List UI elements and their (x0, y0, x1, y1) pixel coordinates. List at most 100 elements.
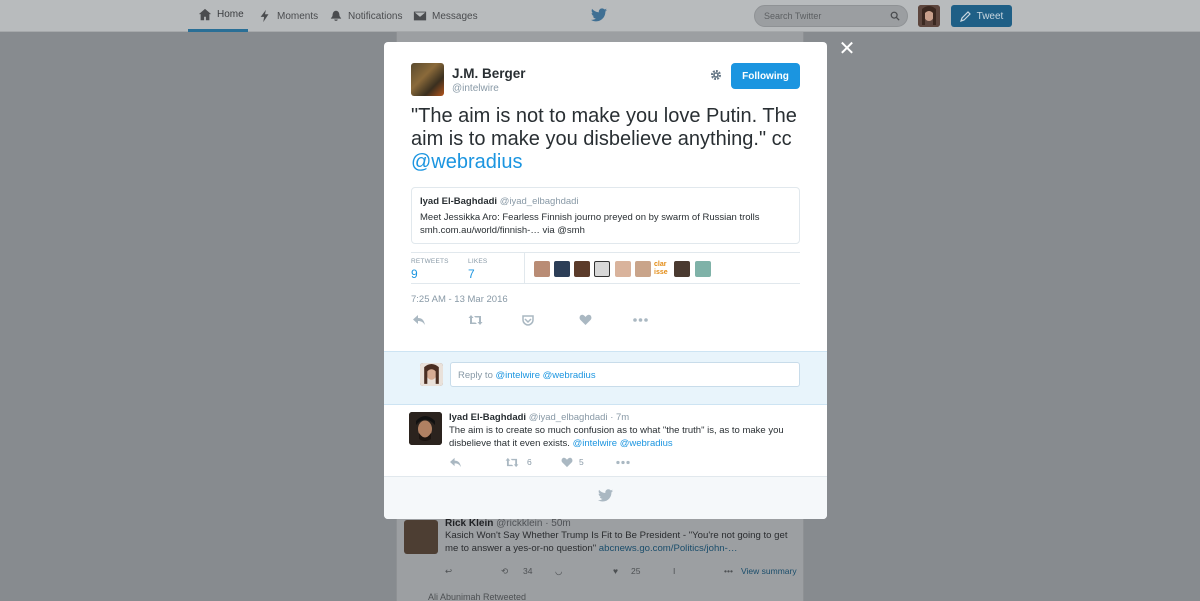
background-tweet-time[interactable]: · 50m (545, 518, 571, 529)
reply-mention-1: @intelwire (495, 370, 541, 381)
liker-avatar[interactable] (695, 261, 711, 277)
reply-tweet-text: The aim is to create so much confusion a… (449, 425, 789, 450)
search-placeholder: Search Twitter (764, 11, 822, 21)
reply-tweet-header: Iyad El-Baghdadi @iyad_elbaghdadi · 7m (449, 412, 629, 423)
retweet-icon[interactable] (468, 314, 483, 326)
nav-moments-label: Moments (277, 10, 319, 22)
liker-avatar[interactable] (534, 261, 550, 277)
tweet-timestamp[interactable]: 7:25 AM - 13 Mar 2016 (411, 294, 508, 305)
background-tweet-actions: ↩ ⟲ 34 ◡ ♥ 25 I ••• View summary (445, 566, 805, 580)
user-avatar-image (918, 5, 940, 27)
close-modal-button[interactable]: ✕ (838, 39, 856, 59)
tweet-detail-modal: J.M. Berger @intelwire Following "The ai… (384, 42, 827, 519)
nav-messages[interactable]: Messages (413, 0, 478, 32)
heart-icon[interactable]: ♥ (613, 566, 618, 576)
reply-tweet-mention-1[interactable]: @intelwire (573, 438, 618, 449)
save-icon[interactable] (522, 314, 534, 326)
more-icon[interactable] (616, 457, 630, 468)
reply-icon[interactable]: ↩ (445, 566, 452, 577)
heart-icon[interactable] (579, 314, 592, 326)
liker-avatar-text[interactable]: clar isse (654, 261, 670, 277)
reply-composer: Reply to @intelwire @webradius (384, 351, 827, 405)
likes-count: 7 (468, 267, 475, 281)
liker-avatar[interactable] (615, 261, 631, 277)
tweet-mention[interactable]: @webradius (411, 151, 522, 173)
reply-tweet-handle[interactable]: @iyad_elbaghdadi (529, 412, 608, 423)
liker-avatar[interactable] (674, 261, 690, 277)
twitter-bird-logo-icon[interactable] (591, 8, 607, 22)
reply-tweet-mention-2[interactable]: @webradius (620, 438, 673, 449)
nav-notifications[interactable]: Notifications (329, 0, 402, 32)
reply-user-avatar (420, 363, 443, 386)
stats-divider (524, 253, 525, 284)
retweets-count: 9 (411, 267, 418, 281)
compose-tweet-button[interactable]: Tweet (951, 5, 1012, 27)
nav-home[interactable]: Home (188, 0, 248, 32)
liker-avatar[interactable] (574, 261, 590, 277)
bell-icon (330, 10, 342, 21)
analytics-icon[interactable]: I (673, 566, 675, 576)
background-tweet-text: Kasich Won't Say Whether Trump Is Fit to… (445, 530, 800, 555)
nav-messages-label: Messages (432, 10, 478, 22)
retweets-label: RETWEETS (411, 258, 449, 265)
search-input[interactable]: Search Twitter (754, 5, 908, 27)
likes-stat[interactable]: LIKES 7 (468, 258, 487, 281)
following-button[interactable]: Following (731, 63, 800, 89)
view-summary-link[interactable]: View summary (741, 566, 797, 576)
heart-icon[interactable] (561, 457, 573, 468)
retweets-stat[interactable]: RETWEETS 9 (411, 258, 449, 281)
reply-icon[interactable] (449, 457, 462, 468)
user-avatar[interactable] (918, 5, 940, 27)
likes-label: LIKES (468, 258, 488, 265)
reply-tweet-actions: 6 5 (449, 456, 749, 470)
quoted-tweet-header: Iyad El-Baghdadi @iyad_elbaghdadi (420, 196, 579, 207)
more-icon[interactable] (633, 314, 648, 326)
background-tweet-link[interactable]: abcnews.go.com/Politics/john-… (599, 543, 738, 554)
liker-avatar[interactable] (554, 261, 570, 277)
author-name[interactable]: J.M. Berger (452, 66, 526, 81)
background-like-count: 25 (631, 566, 641, 576)
home-icon (198, 8, 212, 20)
reply-tweet-avatar[interactable] (409, 412, 442, 445)
gear-icon[interactable] (709, 68, 723, 82)
modal-footer (384, 477, 827, 519)
search-icon[interactable] (890, 11, 900, 21)
twitter-bird-icon (598, 489, 613, 502)
save-icon[interactable]: ◡ (555, 566, 562, 577)
retweet-icon[interactable] (505, 457, 519, 468)
quoted-tweet-line2: smh.com.au/world/finnish-… via @smh (420, 224, 585, 236)
reply-placeholder-prefix: Reply to (458, 370, 493, 381)
background-tweet-handle[interactable]: @rickklein (496, 518, 542, 529)
reply-tweet-time[interactable]: · 7m (610, 412, 629, 423)
nav-notifications-label: Notifications (348, 10, 403, 22)
tweet-text: "The aim is not to make you love Putin. … (411, 105, 806, 174)
background-tweet-header: Rick Klein @rickklein · 50m (445, 518, 571, 529)
quoted-tweet[interactable]: Iyad El-Baghdadi @iyad_elbaghdadi Meet J… (411, 187, 800, 244)
reply-tweet-avatar-image (409, 412, 442, 445)
quoted-tweet-name: Iyad El-Baghdadi (420, 196, 498, 207)
background-tweet-name[interactable]: Rick Klein (445, 518, 493, 529)
reply-input[interactable]: Reply to @intelwire @webradius (450, 362, 800, 387)
liker-avatar[interactable] (635, 261, 651, 277)
envelope-icon (413, 11, 427, 21)
nav-moments[interactable]: Moments (258, 0, 318, 32)
reply-tweet[interactable]: Iyad El-Baghdadi @iyad_elbaghdadi · 7m T… (384, 405, 827, 477)
retweet-icon[interactable]: ⟲ (501, 566, 508, 577)
quoted-tweet-handle: @iyad_elbaghdadi (499, 196, 579, 207)
reply-tweet-name[interactable]: Iyad El-Baghdadi (449, 412, 526, 423)
background-retweet-count: 34 (523, 566, 533, 576)
compose-tweet-label: Tweet (976, 10, 1004, 22)
next-tweet-retweeted-label: Ali Abunimah Retweeted (428, 592, 527, 601)
lightning-icon (260, 9, 269, 23)
background-tweet-avatar[interactable] (404, 520, 438, 554)
author-handle[interactable]: @intelwire (452, 83, 499, 94)
reply-icon[interactable] (412, 314, 426, 326)
liker-avatar[interactable] (594, 261, 610, 277)
tweet-text-body: "The aim is not to make you love Putin. … (411, 105, 797, 150)
author-avatar[interactable] (411, 63, 444, 96)
compose-icon (959, 11, 971, 22)
tweet-actions (411, 314, 800, 328)
reply-user-avatar-image (420, 363, 443, 386)
tweet-stats: RETWEETS 9 LIKES 7 clar isse (411, 252, 800, 284)
more-icon[interactable]: ••• (724, 566, 733, 576)
